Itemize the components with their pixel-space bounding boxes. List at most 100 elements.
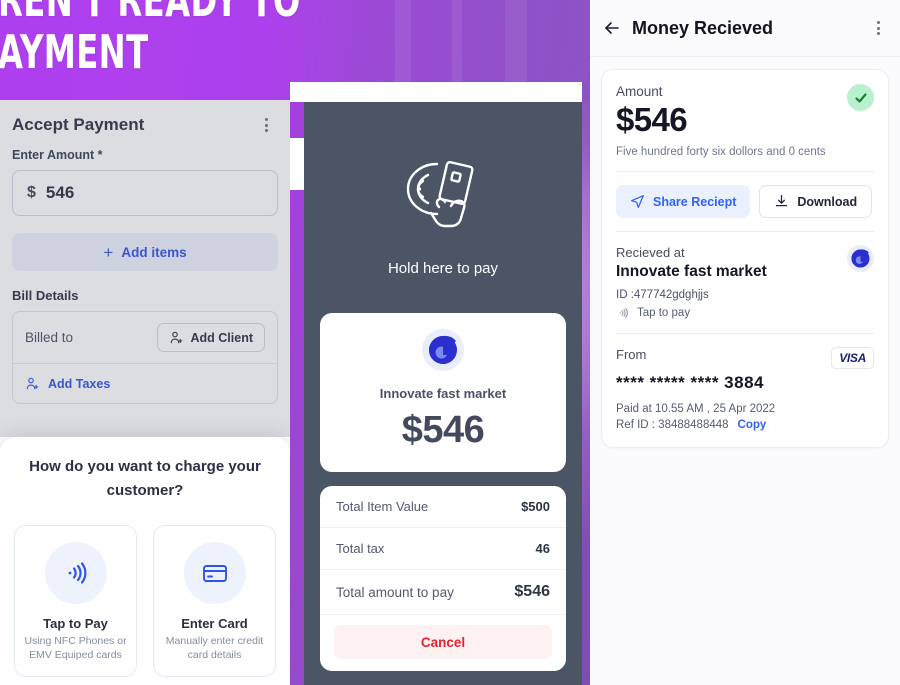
amount-block: Amount $546 xyxy=(616,84,688,139)
divider xyxy=(616,231,874,232)
enter-amount-label: Enter Amount * xyxy=(12,148,103,162)
tap-card-hand-icon xyxy=(406,160,474,228)
amount-input[interactable]: $ 546 xyxy=(12,170,278,216)
hold-here-text: Hold here to pay xyxy=(387,260,499,277)
from-label: From xyxy=(616,347,647,362)
back-arrow-icon[interactable] xyxy=(602,18,622,38)
money-received-panel: Money Recieved Amount $546 Five hundred … xyxy=(590,0,900,685)
card-number: **** ***** **** 3884 xyxy=(616,373,764,392)
billed-to-label: Billed to xyxy=(25,330,74,345)
white-divider-strip-top xyxy=(290,82,582,102)
credit-card-icon xyxy=(202,565,227,582)
accept-payment-header: Accept Payment xyxy=(0,100,290,148)
total-tax-amount: 46 xyxy=(535,541,550,556)
currency-symbol: $ xyxy=(27,184,36,201)
tap-to-pay-subtitle: Using NFC Phones or EMV Equiped cards xyxy=(24,635,127,661)
bill-details-heading: Bill Details xyxy=(12,288,79,303)
enter-card-icon-circle xyxy=(183,542,246,604)
add-client-button[interactable]: Add Client xyxy=(156,323,265,352)
from-section: From VISA xyxy=(616,347,874,369)
charge-method-sheet: How do you want to charge your customer?… xyxy=(0,437,290,685)
white-divider-strip-side xyxy=(290,138,304,190)
charge-method-question: How do you want to charge your customer? xyxy=(29,458,261,499)
divider xyxy=(616,171,874,172)
receipt-card: Amount $546 Five hundred forty six dollo… xyxy=(601,69,889,448)
phone-hero: Hold here to pay xyxy=(304,102,582,277)
amount-value: $546 xyxy=(616,101,688,138)
download-button[interactable]: Download xyxy=(759,185,873,218)
total-row: Total amount to pay $546 xyxy=(320,570,566,615)
tap-to-pay-row: Tap to pay xyxy=(616,306,874,320)
add-taxes-label: Add Taxes xyxy=(48,376,111,391)
person-add-icon xyxy=(26,377,39,390)
merchant-id: ID :477742gdghjjs xyxy=(616,289,709,301)
c-logo-icon xyxy=(847,245,874,272)
total-row: Total Item Value $500 xyxy=(320,486,566,528)
share-receipt-label: Share Reciept xyxy=(653,194,737,209)
promo-banner-line1: REN'T READY TO xyxy=(0,0,301,27)
money-received-header: Money Recieved xyxy=(590,0,900,57)
tap-to-pay-phone-screen: Hold here to pay Innovate fast market $5… xyxy=(304,102,582,685)
nfc-wave-icon xyxy=(619,308,628,318)
total-amount-value: $546 xyxy=(514,583,550,600)
merchant-amount-card: Innovate fast market $546 xyxy=(320,313,566,472)
charge-method-options: Tap to Pay Using NFC Phones or EMV Equip… xyxy=(14,525,276,677)
promo-banner-title: REN'T READY TO AYMENT xyxy=(0,0,301,78)
cancel-button[interactable]: Cancel xyxy=(334,625,552,659)
add-client-label: Add Client xyxy=(190,330,254,345)
status-badge xyxy=(847,84,874,111)
person-add-icon xyxy=(170,331,182,344)
divider xyxy=(616,333,874,334)
c-logo-icon xyxy=(422,329,464,371)
amount-value: 546 xyxy=(45,183,75,202)
add-items-button[interactable]: + Add items xyxy=(12,233,278,271)
bill-details-card: Billed to Add Client Add Taxes xyxy=(12,311,278,404)
total-item-value-label: Total Item Value xyxy=(336,499,429,514)
total-item-value-amount: $500 xyxy=(521,499,550,514)
tap-to-pay-icon-circle xyxy=(44,542,107,604)
page-title: Accept Payment xyxy=(12,115,145,134)
amount-label: Amount xyxy=(616,84,663,99)
copy-button[interactable]: Copy xyxy=(738,419,767,431)
totals-card: Total Item Value $500 Total tax 46 Total… xyxy=(320,486,566,671)
ref-id-text: Ref ID : 38488488448 xyxy=(616,419,729,431)
nfc-wave-icon xyxy=(68,562,86,584)
kebab-menu-icon[interactable] xyxy=(871,17,886,39)
total-tax-label: Total tax xyxy=(336,541,385,556)
share-receipt-button[interactable]: Share Reciept xyxy=(616,185,751,218)
download-label: Download xyxy=(797,194,858,209)
received-at-merchant: Innovate fast market xyxy=(616,263,767,280)
kebab-menu-icon[interactable] xyxy=(259,114,274,136)
received-at-label: Recieved at xyxy=(616,245,685,260)
accept-payment-panel: Accept Payment Enter Amount * $ 546 + Ad… xyxy=(0,100,290,685)
enter-card-option[interactable]: Enter Card Manually enter credit card de… xyxy=(153,525,276,677)
page-title: Money Recieved xyxy=(632,17,774,38)
merchant-name: Innovate fast market xyxy=(379,386,507,401)
received-at-block: Recieved at Innovate fast market xyxy=(616,245,767,281)
tap-to-pay-title: Tap to Pay xyxy=(43,616,108,631)
download-icon xyxy=(776,195,788,207)
nfc-illustration-wrap xyxy=(304,158,582,242)
billed-to-row: Billed to Add Client xyxy=(13,312,277,364)
total-row: Total tax 46 xyxy=(320,528,566,570)
received-at-section: Recieved at Innovate fast market xyxy=(616,245,874,281)
enter-card-title: Enter Card xyxy=(181,616,248,631)
enter-card-subtitle: Manually enter credit card details xyxy=(165,635,264,661)
amount-in-words: Five hundred forty six dollors and 0 cen… xyxy=(616,146,826,158)
plus-icon: + xyxy=(103,242,114,262)
add-taxes-button[interactable]: Add Taxes xyxy=(13,364,277,403)
reference-row: Ref ID : 38488488448 Copy xyxy=(616,419,874,431)
tap-to-pay-option[interactable]: Tap to Pay Using NFC Phones or EMV Equip… xyxy=(14,525,137,677)
receipt-actions: Share Reciept Download xyxy=(616,185,874,218)
promo-banner-line2: AYMENT xyxy=(0,25,149,79)
paid-at-text: Paid at 10.55 AM , 25 Apr 2022 xyxy=(616,403,776,415)
amount-header: Amount $546 xyxy=(616,84,874,139)
visa-card-brand: VISA xyxy=(831,347,874,369)
screenshot-root: REN'T READY TO AYMENT Accept Payment Ent… xyxy=(0,0,900,685)
add-items-label: Add items xyxy=(121,244,187,260)
send-paperplane-icon xyxy=(631,195,644,208)
accept-payment-body: Enter Amount * $ 546 + Add items Bill De… xyxy=(0,148,290,404)
merchant-amount: $546 xyxy=(401,409,485,451)
total-amount-label: Total amount to pay xyxy=(336,584,454,600)
check-circle-icon xyxy=(854,92,867,103)
